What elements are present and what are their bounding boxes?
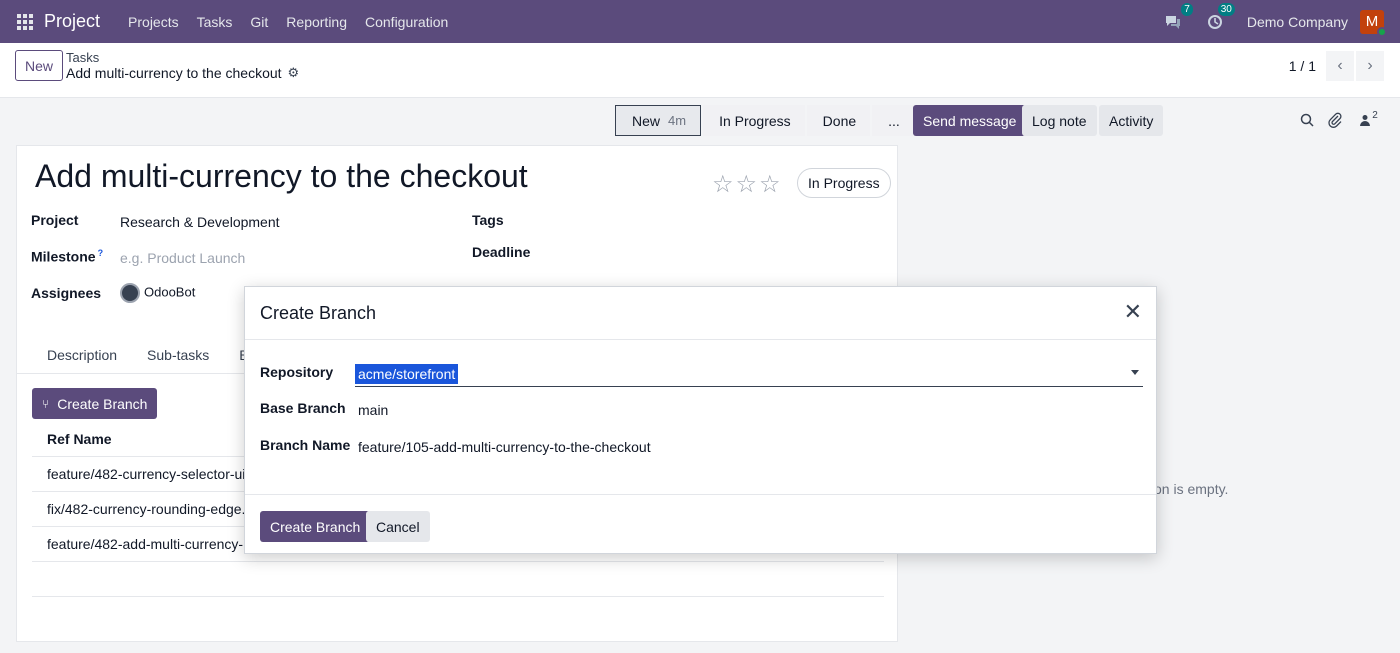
create-branch-submit-button[interactable]: Create Branch: [260, 511, 371, 542]
repository-label: Repository: [260, 364, 334, 380]
branch-name-label: Branch Name: [260, 437, 351, 453]
repository-select[interactable]: acme/storefront: [355, 363, 1143, 387]
cancel-button[interactable]: Cancel: [366, 511, 430, 542]
close-icon[interactable]: ✕: [1124, 301, 1142, 323]
branch-name-field[interactable]: feature/105-add-multi-currency-to-the-ch…: [358, 439, 651, 455]
create-branch-dialog: Create Branch ✕ Repository acme/storefro…: [244, 286, 1157, 554]
dialog-footer: Create Branch Cancel: [245, 494, 1156, 554]
modal-backdrop: Create Branch ✕ Repository acme/storefro…: [0, 0, 1400, 653]
base-branch-label: Base Branch: [260, 400, 346, 416]
dialog-header: Create Branch ✕: [245, 287, 1156, 340]
repository-value: acme/storefront: [355, 364, 459, 384]
dialog-title: Create Branch: [260, 303, 377, 323]
chevron-down-icon[interactable]: [1131, 370, 1139, 375]
base-branch-field[interactable]: main: [358, 402, 388, 418]
